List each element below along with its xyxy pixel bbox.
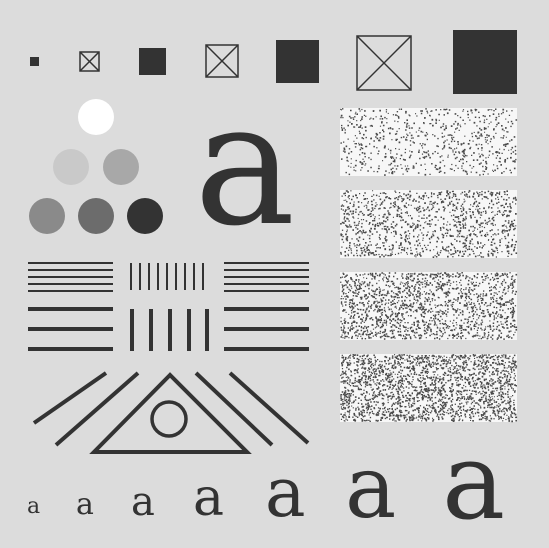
letter-a-size-5: a [265,454,306,533]
test-chart-canvas: a a a a a a a a [27,30,518,543]
noise-panel-2 [340,190,518,258]
gray-circle-4 [29,198,65,234]
diagonal-line-left-1 [32,371,108,425]
diagonal-line-right-1 [228,371,310,445]
thick-horizontal-lines-left [28,307,113,351]
letter-a-size-1: a [27,494,40,519]
thick-line-groups [28,307,309,351]
letter-a-size-4: a [193,468,224,528]
diagonal-line-right-2 [194,371,274,447]
small-crossed-square [79,51,100,72]
small-filled-square [30,57,39,66]
test-chart: a a a a a a a a [0,0,549,548]
triangle-outline [89,372,252,454]
thin-horizontal-lines-left [28,262,113,292]
noise-panel-4 [340,354,518,423]
triangle-figure [32,371,310,454]
letter-a-size-3: a [131,479,155,525]
gray-circle-2 [53,149,89,185]
triangle-eye-circle [150,400,188,438]
gray-circle-pyramid [29,99,163,234]
thick-vertical-lines [130,309,209,351]
gray-circle-3 [103,149,139,185]
thin-horizontal-lines-right [224,262,309,292]
thin-line-groups [28,262,309,292]
gray-circle-5 [78,198,114,234]
noise-panel-1 [340,108,518,176]
diagonal-line-left-2 [54,371,140,447]
large-letter-a: a [194,66,295,264]
gray-circle-6 [127,198,163,234]
large-crossed-square [356,35,412,91]
noise-panels [340,108,518,423]
letter-a-size-2: a [76,487,94,522]
letter-a-size-6: a [345,438,396,538]
gray-circle-1 [78,99,114,135]
noise-panel-3 [340,272,518,340]
medium-filled-square [139,48,166,75]
thin-vertical-lines [130,263,204,290]
xlarge-filled-square [453,30,517,94]
thick-horizontal-lines-right [224,307,309,351]
letter-a-size-7: a [442,420,505,543]
